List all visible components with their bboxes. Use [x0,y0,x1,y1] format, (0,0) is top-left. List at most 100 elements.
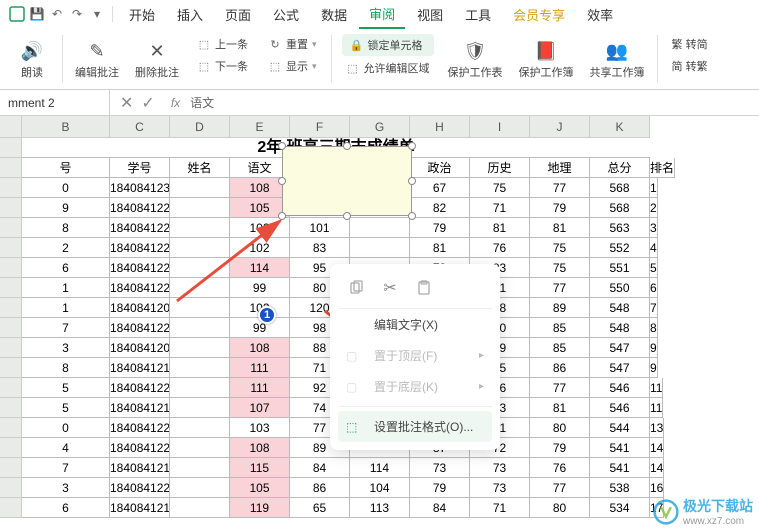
cell[interactable]: 4 [650,238,658,258]
col-header[interactable]: G [350,116,410,138]
cell[interactable]: 77 [530,178,590,198]
cell[interactable] [170,418,230,438]
undo-icon[interactable]: ↶ [48,5,66,23]
cell[interactable] [170,218,230,238]
cell[interactable]: 8 [650,318,658,338]
cell[interactable]: 67 [410,178,470,198]
cell[interactable]: 546 [590,378,650,398]
cell[interactable] [170,258,230,278]
cell[interactable]: 101 [290,218,350,238]
cell[interactable]: 541 [590,438,650,458]
cell[interactable]: 71 [470,198,530,218]
cell[interactable]: 81 [470,218,530,238]
cell[interactable]: 5 [22,378,110,398]
cell[interactable]: 563 [590,218,650,238]
cell[interactable]: 14 [650,438,664,458]
cell[interactable]: 79 [410,218,470,238]
cell[interactable]: 2 [650,198,658,218]
lock-cell-button[interactable]: 🔒锁定单元格 [342,34,434,56]
cell[interactable]: 1840841228 [110,218,170,238]
cell[interactable]: 4 [22,438,110,458]
cell[interactable] [170,278,230,298]
cell[interactable]: 2 [22,238,110,258]
redo-icon[interactable]: ↷ [68,5,86,23]
cell[interactable]: 99 [230,278,290,298]
cell[interactable]: 75 [530,238,590,258]
cell[interactable]: 1 [650,178,658,198]
cell[interactable]: 1840841220 [110,418,170,438]
cancel-icon[interactable]: ✕ [120,93,133,113]
cell[interactable]: 65 [290,498,350,518]
cell[interactable] [350,238,410,258]
cell[interactable]: 1 [22,278,110,298]
cell[interactable] [170,478,230,498]
tab-view[interactable]: 视图 [407,1,453,28]
cell[interactable]: 1 [22,298,110,318]
edit-comment-button[interactable]: ✎ 编辑批注 [69,32,125,86]
cell[interactable]: 111 [230,358,290,378]
fx-label[interactable]: fx [165,96,186,110]
name-box[interactable]: mment 2 [0,90,110,115]
cell[interactable]: 11 [650,378,663,398]
cell[interactable]: 83 [290,238,350,258]
col-header[interactable]: F [290,116,350,138]
cell[interactable]: 103 [230,418,290,438]
cell[interactable]: 82 [410,198,470,218]
cell[interactable]: 76 [470,238,530,258]
cell[interactable]: 6 [22,498,110,518]
tab-formula[interactable]: 公式 [263,1,309,28]
tab-efficiency[interactable]: 效率 [577,1,623,28]
cell[interactable]: 568 [590,178,650,198]
cell[interactable]: 119 [230,498,290,518]
cell[interactable]: 113 [350,498,410,518]
cell[interactable]: 1840841230 [110,178,170,198]
tab-page[interactable]: 页面 [215,1,261,28]
cell[interactable] [170,198,230,218]
to-simplified-button[interactable]: 繁 转简 [668,34,712,54]
cell[interactable]: 84 [410,498,470,518]
col-header[interactable]: I [470,116,530,138]
cell[interactable]: 1840841223 [110,478,170,498]
spreadsheet[interactable]: BCDEFGHIJK 2年 班高三期末成绩单号学号姓名语文政治历史地理总分排名0… [0,116,759,518]
cell[interactable]: 73 [410,458,470,478]
cell[interactable]: 79 [530,438,590,458]
cell[interactable]: 80 [530,418,590,438]
cell[interactable]: 541 [590,458,650,478]
cell[interactable]: 547 [590,338,650,358]
col-header[interactable]: H [410,116,470,138]
cell[interactable]: 86 [290,478,350,498]
cell[interactable]: 13 [650,418,664,438]
col-header[interactable]: B [22,116,110,138]
cell[interactable] [350,218,410,238]
cell[interactable]: 3 [22,478,110,498]
cell[interactable]: 73 [470,458,530,478]
cell[interactable]: 9 [650,358,658,378]
cell[interactable]: 0 [22,418,110,438]
table-header[interactable]: 总分 [590,158,650,178]
tab-review[interactable]: 审阅 [359,0,405,29]
cell[interactable]: 548 [590,298,650,318]
tab-start[interactable]: 开始 [119,1,165,28]
col-header[interactable]: E [230,116,290,138]
reset-button[interactable]: ↻重置▾ [264,34,321,54]
comment-box[interactable] [282,146,412,216]
cell[interactable]: 71 [470,498,530,518]
cell[interactable]: 115 [230,458,290,478]
cell[interactable]: 108 [230,438,290,458]
cell[interactable]: 107 [230,398,290,418]
cell[interactable]: 6 [650,278,658,298]
table-header[interactable]: 学号 [110,158,170,178]
cell[interactable] [170,238,230,258]
next-comment-button[interactable]: ⬚下一条 [193,56,252,76]
cell[interactable]: 3 [22,338,110,358]
cell[interactable]: 7 [650,298,658,318]
cell[interactable]: 81 [530,398,590,418]
cell[interactable]: 9 [22,198,110,218]
cell[interactable]: 104 [350,478,410,498]
cell[interactable]: 77 [530,378,590,398]
col-header[interactable]: C [110,116,170,138]
cell[interactable]: 546 [590,398,650,418]
table-header[interactable]: 地理 [530,158,590,178]
cell[interactable]: 1840841229 [110,198,170,218]
cell[interactable]: 7 [22,458,110,478]
